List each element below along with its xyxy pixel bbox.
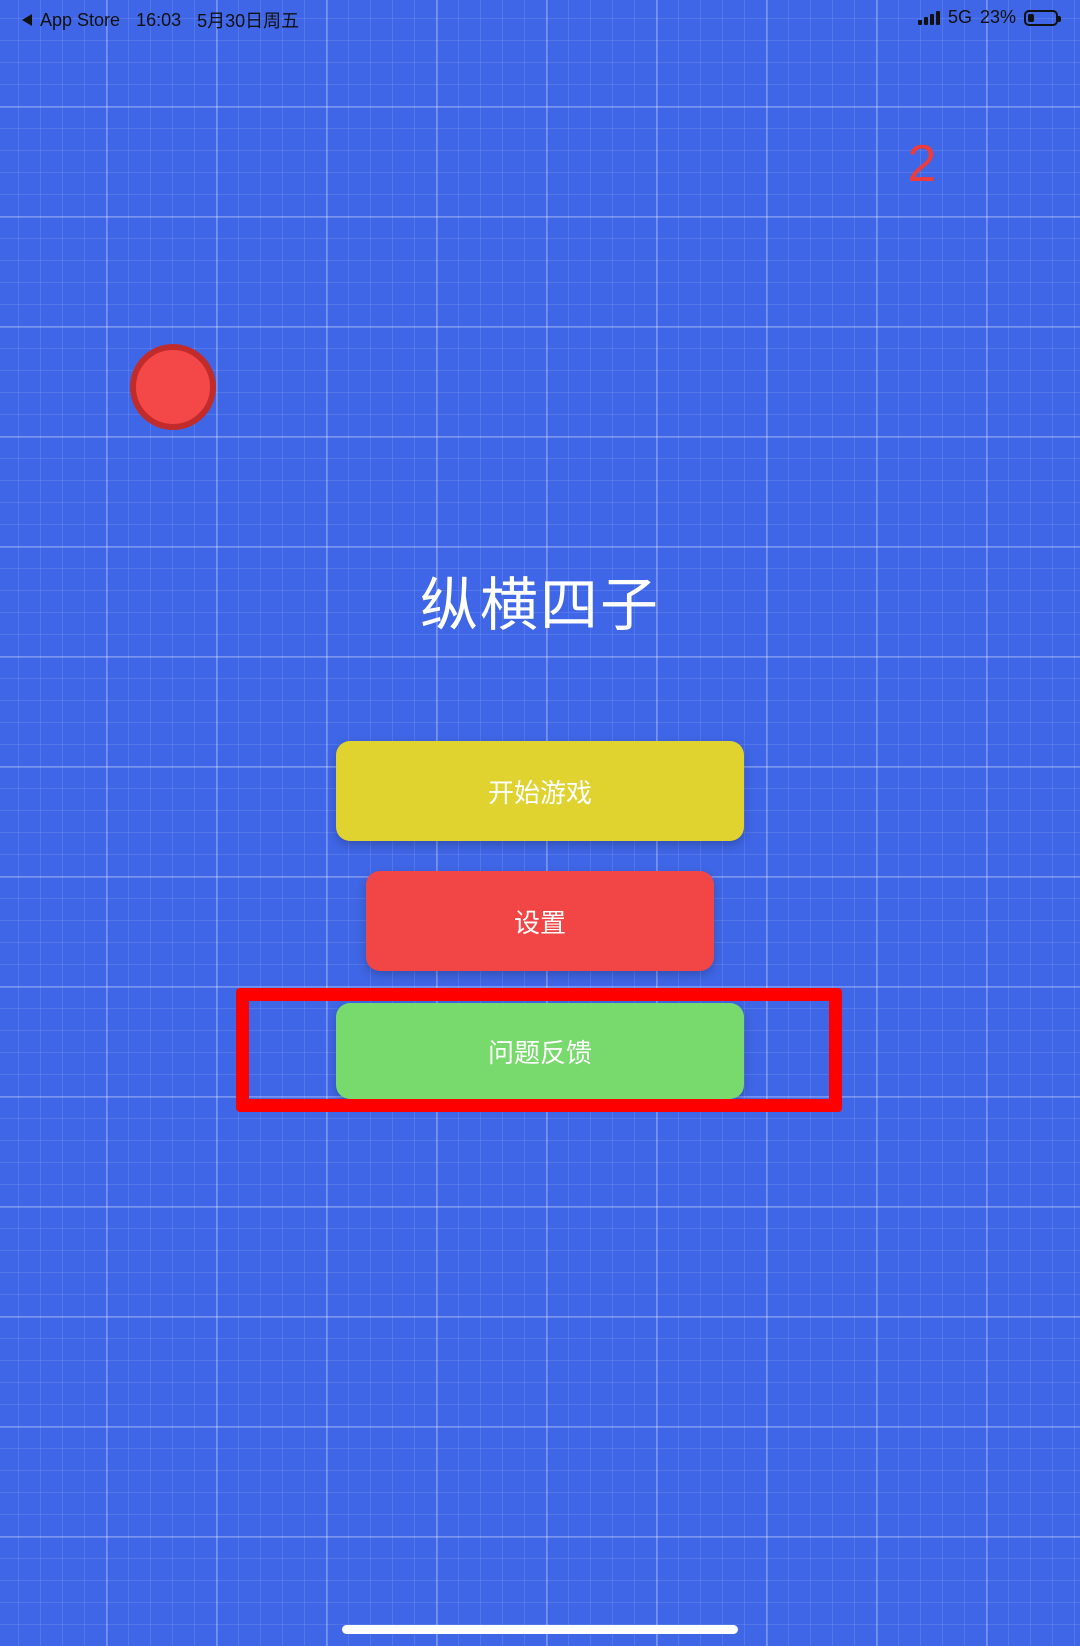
battery-level-fill [1028, 13, 1034, 22]
settings-button[interactable]: 设置 [366, 871, 714, 971]
status-right: 5G 23% [917, 7, 1061, 28]
game-title: 纵横四子 [419, 571, 660, 639]
status-bar: App Store 16:03 5月30日周五 5G 23% [0, 0, 1080, 36]
score-counter: 2 [907, 135, 937, 193]
back-to-app-store[interactable]: App Store [22, 10, 120, 31]
signal-icon [917, 10, 940, 25]
status-date: 5月30日周五 [197, 11, 300, 31]
start-game-button[interactable]: 开始游戏 [336, 741, 744, 841]
status-time: 16:03 [136, 9, 182, 30]
red-game-chip [130, 344, 216, 430]
start-game-label: 开始游戏 [487, 778, 592, 809]
battery-icon [1024, 9, 1061, 26]
back-app-label: App Store [40, 9, 121, 30]
feedback-label: 问题反馈 [487, 1038, 592, 1069]
settings-label: 设置 [513, 908, 566, 939]
status-left: App Store 16:03 5月30日周五 [22, 7, 299, 33]
home-indicator[interactable] [342, 1625, 738, 1634]
network-type: 5G [947, 7, 972, 27]
back-arrow-icon [22, 14, 32, 26]
battery-percent: 23% [979, 7, 1016, 27]
feedback-button[interactable]: 问题反馈 [336, 1003, 744, 1099]
